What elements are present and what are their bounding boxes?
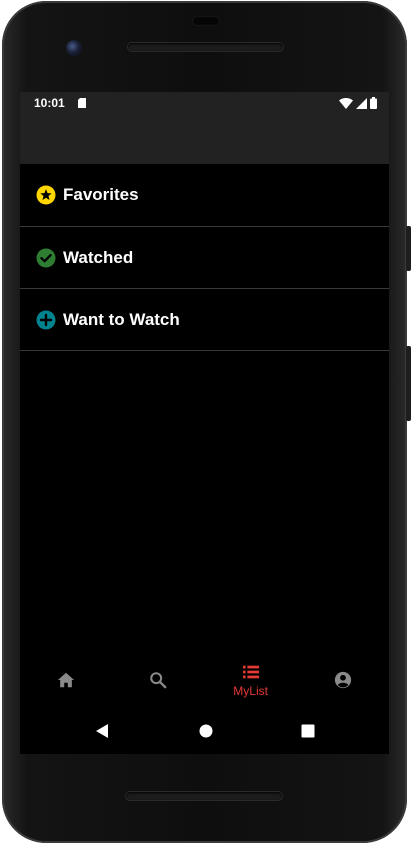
sd-card-icon <box>78 98 86 108</box>
list-item-label: Favorites <box>63 185 139 204</box>
home-circle-icon[interactable] <box>195 720 217 742</box>
app-bar <box>20 114 389 164</box>
bottom-speaker-grille <box>126 792 282 800</box>
nav-home[interactable] <box>20 652 112 708</box>
account-circle-icon <box>334 671 351 689</box>
status-time: 10:01 <box>34 96 65 110</box>
search-icon <box>150 672 167 689</box>
status-icons <box>339 97 377 109</box>
bottom-navigation: MyList <box>20 652 389 708</box>
wifi-icon <box>339 97 353 109</box>
list-item-watched[interactable]: Watched <box>20 227 389 289</box>
front-camera <box>66 40 82 56</box>
volume-button <box>406 226 411 271</box>
screen: 10:01 Favorites Watched Want to Watch My… <box>20 92 389 754</box>
nav-mylist[interactable]: MyList <box>205 652 297 708</box>
back-icon[interactable] <box>92 720 114 742</box>
list-item-label: Watched <box>63 247 134 267</box>
nav-search[interactable] <box>112 652 204 708</box>
plus-circle-icon <box>36 310 56 329</box>
system-navigation-bar <box>20 708 389 754</box>
device-frame: 10:01 Favorites Watched Want to Watch My… <box>2 1 411 843</box>
list-item-want-to-watch[interactable]: Want to Watch <box>20 289 389 351</box>
signal-icon <box>356 97 367 109</box>
top-speaker-grille <box>128 43 283 51</box>
star-circle-icon <box>36 185 56 205</box>
recents-icon[interactable] <box>297 720 319 742</box>
power-button <box>406 346 411 421</box>
nav-account[interactable] <box>297 652 389 708</box>
home-icon <box>58 672 75 688</box>
sensor-slot <box>192 16 220 26</box>
battery-icon <box>370 97 377 109</box>
list-icon <box>242 665 259 678</box>
check-circle-icon <box>36 248 56 267</box>
list-item-label: Want to Watch <box>63 309 180 329</box>
status-bar: 10:01 <box>20 92 389 114</box>
list-item-favorites[interactable]: Favorites <box>20 164 389 227</box>
my-lists: Favorites Watched Want to Watch <box>20 164 389 351</box>
nav-mylist-label: MyList <box>233 683 268 698</box>
